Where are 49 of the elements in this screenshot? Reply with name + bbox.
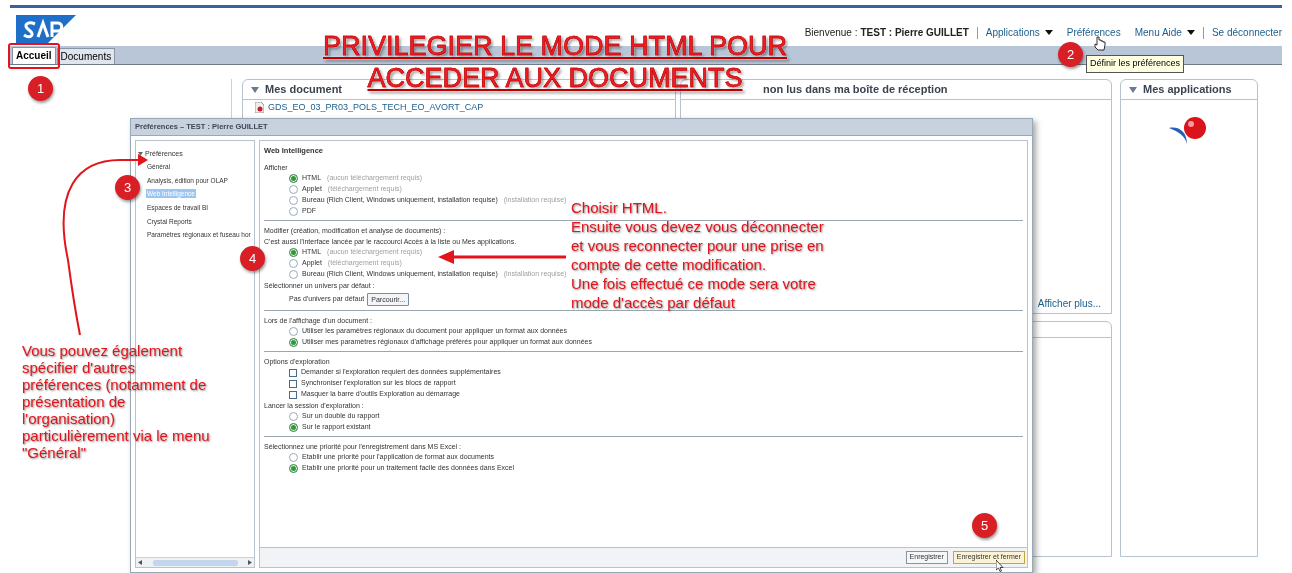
tooltip: Définir les préférences: [1086, 55, 1185, 73]
highlight-frame: [8, 43, 60, 69]
collapse-triangle-icon[interactable]: [251, 86, 259, 93]
user-name: TEST : Pierre GUILLET: [860, 26, 969, 40]
panel-title: non lus dans ma boîte de réception: [763, 82, 948, 98]
caret-icon: [1186, 30, 1195, 35]
nav-link[interactable]: Applications: [985, 25, 1053, 40]
radio-button[interactable]: [289, 174, 298, 183]
annotation-title: ACCEDER AUX DOCUMENTS: [367, 62, 743, 94]
checkbox[interactable]: [289, 379, 297, 388]
caret-icon: [1044, 30, 1053, 35]
checkbox[interactable]: [289, 390, 297, 399]
document-icon: [255, 102, 264, 113]
annotation-note: Choisir HTML. Ensuite vous devez vous déconnecter et vous reconnecter pour une prise en compte de cette modification. Une fois effectué ce mode sera votre mode d'accès par défaut: [571, 198, 824, 312]
radio-button[interactable]: [289, 248, 298, 257]
radio-button[interactable]: [289, 207, 298, 216]
step-badge: 2: [1058, 42, 1083, 67]
annotation-title: PRIVILEGIER LE MODE HTML POUR: [322, 30, 788, 62]
annotation-note: Vous pouvez également spécifier d'autres préférences (notamment de présentation de l'organisation) particulièrement via le menu "Général": [22, 342, 210, 461]
radio-button[interactable]: [289, 196, 298, 205]
horizontal-scrollbar[interactable]: [136, 557, 254, 567]
collapse-triangle-icon[interactable]: [1129, 86, 1137, 93]
nav-link[interactable]: Menu Aide: [1134, 25, 1195, 40]
tab[interactable]: Documents: [56, 48, 116, 64]
tab[interactable]: Accueil: [12, 47, 56, 64]
radio-button[interactable]: [289, 259, 298, 268]
nav-link[interactable]: Se déconnecter: [1211, 25, 1282, 40]
scroll-right-icon[interactable]: [248, 560, 252, 565]
checkbox[interactable]: [289, 368, 297, 377]
panel-title: Mes document: [265, 82, 342, 98]
radio-button[interactable]: [289, 423, 298, 432]
radio-button[interactable]: [289, 464, 298, 473]
document-link[interactable]: GDS_EO_03_PR03_POLS_TECH_EO_AVORT_CAP: [268, 102, 484, 113]
radio-button[interactable]: [289, 185, 298, 194]
scroll-left-icon[interactable]: [138, 560, 142, 565]
radio-button[interactable]: [289, 412, 298, 421]
welcome-label: Bienvenue :: [804, 26, 858, 40]
show-more-link[interactable]: Afficher plus...: [1037, 295, 1101, 311]
radio-button[interactable]: [289, 327, 298, 336]
expand-triangle-icon[interactable]: [138, 152, 143, 156]
hand-cursor-icon: [1094, 36, 1106, 51]
step-badge: 1: [28, 76, 53, 101]
logo-icon: [16, 15, 76, 45]
panel-title: Mes applications: [1143, 82, 1232, 98]
radio-button[interactable]: [289, 270, 298, 279]
nav-link[interactable]: Préférences: [1066, 25, 1121, 40]
radio-button[interactable]: [289, 338, 298, 347]
step-badge: 3: [115, 175, 140, 200]
radio-button[interactable]: [289, 453, 298, 462]
